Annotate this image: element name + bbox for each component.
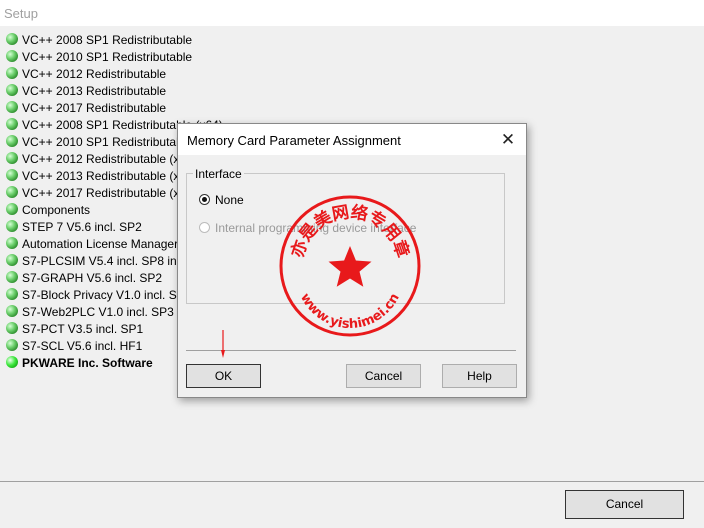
list-item-label: Automation License Manager <box>22 237 179 251</box>
list-item-label: VC++ 2012 Redistributable <box>22 67 167 81</box>
status-led-icon <box>6 288 18 300</box>
setup-cancel-button[interactable]: Cancel <box>565 490 684 519</box>
list-item: S7-SCL V5.6 incl. HF1 <box>6 338 142 355</box>
help-button[interactable]: Help <box>442 364 517 388</box>
radio-none-label: None <box>215 193 244 207</box>
ok-button[interactable]: OK <box>186 364 261 388</box>
status-led-icon <box>6 254 18 266</box>
list-item: VC++ 2017 Redistributable <box>6 100 166 117</box>
list-item: VC++ 2013 Redistributable (x64) <box>6 168 197 185</box>
list-item-label: S7-PLCSIM V5.4 incl. SP8 incl. <box>22 254 189 268</box>
status-led-icon <box>6 220 18 232</box>
status-led-icon <box>6 101 18 113</box>
status-led-icon <box>6 237 18 249</box>
list-item: STEP 7 V5.6 incl. SP2 <box>6 219 142 236</box>
list-item-label: VC++ 2013 Redistributable <box>22 84 167 98</box>
list-item-label: VC++ 2010 SP1 Redistributable <box>22 50 193 64</box>
list-item: VC++ 2012 Redistributable <box>6 66 166 83</box>
radio-selected-icon <box>199 194 210 205</box>
list-item-label: VC++ 2013 Redistributable (x64) <box>22 169 197 183</box>
list-item: VC++ 2017 Redistributable (x64) <box>6 185 197 202</box>
status-led-icon <box>6 305 18 317</box>
radio-none[interactable]: None <box>199 192 244 208</box>
list-item-active: PKWARE Inc. Software <box>6 355 153 372</box>
status-led-icon <box>6 339 18 351</box>
dialog-title: Memory Card Parameter Assignment <box>187 133 401 148</box>
window-titlebar: Setup <box>0 0 704 26</box>
status-led-icon <box>6 84 18 96</box>
status-led-icon <box>6 186 18 198</box>
window-title: Setup <box>4 6 38 21</box>
memory-card-dialog: Memory Card Parameter Assignment ✕ Inter… <box>177 123 527 398</box>
list-item-label: VC++ 2017 Redistributable <box>22 101 167 115</box>
list-item: VC++ 2010 SP1 Redistributable <box>6 49 192 66</box>
status-led-icon <box>6 169 18 181</box>
list-item-label: S7-Block Privacy V1.0 incl. SP4 <box>22 288 192 302</box>
status-led-icon <box>6 118 18 130</box>
list-item: S7-PLCSIM V5.4 incl. SP8 incl. <box>6 253 189 270</box>
red-arrow-icon <box>221 330 225 358</box>
list-item: VC++ 2008 SP1 Redistributable <box>6 32 192 49</box>
dialog-titlebar: Memory Card Parameter Assignment ✕ <box>178 124 526 155</box>
list-item-label: S7-PCT V3.5 incl. SP1 <box>22 322 144 336</box>
cancel-button[interactable]: Cancel <box>346 364 421 388</box>
list-item: S7-GRAPH V5.6 incl. SP2 <box>6 270 162 287</box>
radio-internal-pg-interface[interactable]: Internal programming device interface <box>199 220 416 236</box>
list-item-label: VC++ 2012 Redistributable (x64) <box>22 152 197 166</box>
status-led-icon <box>6 203 18 215</box>
list-item: Automation License Manager <box>6 236 178 253</box>
status-led-icon <box>6 135 18 147</box>
list-item: S7-Block Privacy V1.0 incl. SP4 <box>6 287 191 304</box>
list-item-label: Components <box>22 203 91 217</box>
status-led-icon <box>6 50 18 62</box>
list-item-label: PKWARE Inc. Software <box>22 356 153 370</box>
list-item-label: S7-SCL V5.6 incl. HF1 <box>22 339 143 353</box>
interface-group-label: Interface <box>193 167 244 181</box>
list-item-label: VC++ 2008 SP1 Redistributable <box>22 33 193 47</box>
status-led-icon <box>6 152 18 164</box>
dialog-divider <box>186 350 516 351</box>
list-item: S7-PCT V3.5 incl. SP1 <box>6 321 143 338</box>
status-led-icon <box>6 271 18 283</box>
list-item-label: S7-GRAPH V5.6 incl. SP2 <box>22 271 163 285</box>
status-led-icon <box>6 67 18 79</box>
radio-unselected-icon <box>199 222 210 233</box>
radio-internal-label: Internal programming device interface <box>215 221 417 235</box>
status-led-icon <box>6 322 18 334</box>
list-item: Components <box>6 202 90 219</box>
list-item: VC++ 2012 Redistributable (x64) <box>6 151 197 168</box>
status-led-icon <box>6 33 18 45</box>
list-item-label: S7-Web2PLC V1.0 incl. SP3 <box>22 305 174 319</box>
bottom-divider <box>0 481 704 482</box>
list-item-label: STEP 7 V5.6 incl. SP2 <box>22 220 142 234</box>
list-item-label: VC++ 2017 Redistributable (x64) <box>22 186 197 200</box>
list-item: S7-Web2PLC V1.0 incl. SP3 <box>6 304 174 321</box>
close-icon[interactable]: ✕ <box>498 130 518 150</box>
status-led-icon <box>6 356 18 368</box>
list-item: VC++ 2013 Redistributable <box>6 83 166 100</box>
